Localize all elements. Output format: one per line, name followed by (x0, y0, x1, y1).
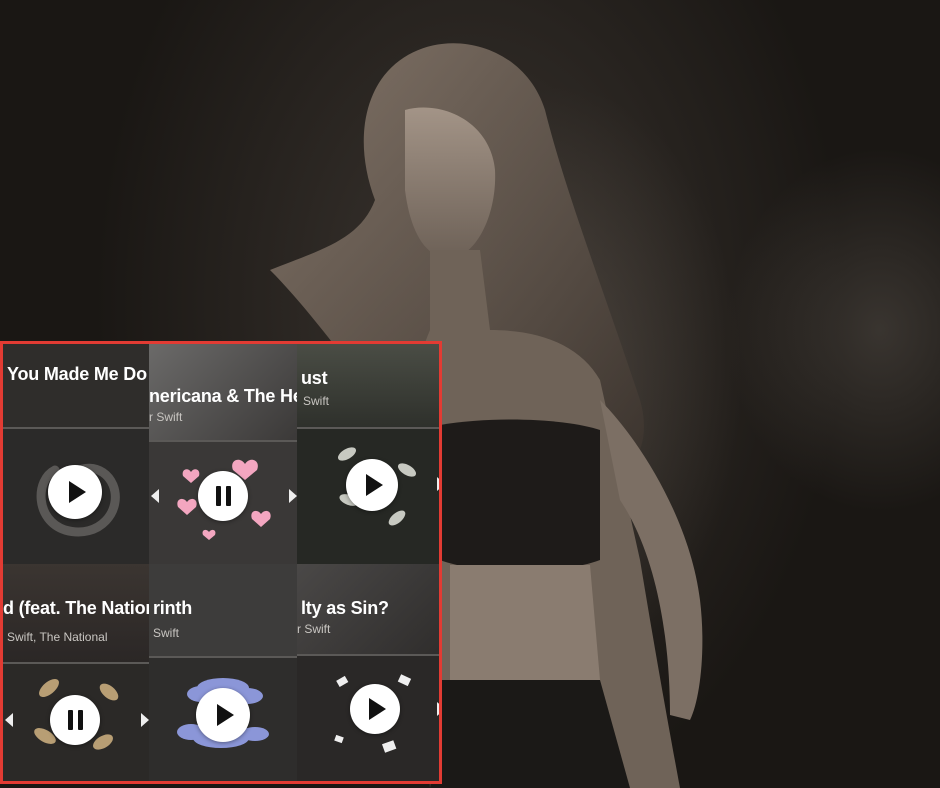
song-artist: r Swift (149, 410, 183, 424)
divider (3, 662, 149, 664)
song-title: You Made Me Do (7, 364, 147, 384)
song-title: d (feat. The Nation (3, 598, 149, 618)
song-artist: Swift, The National (7, 630, 108, 644)
song-artist: Swift (303, 394, 330, 408)
divider (149, 440, 297, 442)
divider (149, 656, 297, 658)
song-artist: r Swift (297, 622, 331, 636)
play-button[interactable] (196, 688, 250, 742)
song-tile[interactable]: You Made Me Do (3, 344, 149, 564)
song-tile[interactable]: d (feat. The Nation Swift, The National (3, 564, 149, 781)
song-title: nericana & The Hea (149, 386, 297, 406)
skip-back-icon[interactable] (149, 489, 159, 503)
skip-forward-icon[interactable] (141, 713, 149, 727)
song-title: lty as Sin? (301, 598, 389, 618)
divider (3, 427, 149, 429)
skip-forward-icon[interactable] (289, 489, 297, 503)
song-tile[interactable]: ust Swift (297, 344, 442, 564)
play-button[interactable] (48, 465, 102, 519)
play-button[interactable] (346, 459, 398, 511)
divider (297, 427, 439, 429)
song-title: ust (301, 368, 328, 388)
skip-forward-icon[interactable] (437, 477, 442, 491)
pause-button[interactable] (198, 471, 248, 521)
song-tile[interactable]: nericana & The Hea r Swift (149, 344, 297, 564)
divider (297, 654, 439, 656)
skip-forward-icon[interactable] (437, 702, 442, 716)
song-tile[interactable]: rinth Swift (149, 564, 297, 781)
song-title: rinth (153, 598, 192, 618)
skip-back-icon[interactable] (3, 713, 13, 727)
song-tile[interactable]: lty as Sin? r Swift (297, 564, 442, 781)
play-button[interactable] (350, 684, 400, 734)
song-collage: You Made Me Do nericana & The Hea r Swif… (0, 341, 442, 784)
song-artist: Swift (153, 626, 180, 640)
pause-button[interactable] (50, 695, 100, 745)
